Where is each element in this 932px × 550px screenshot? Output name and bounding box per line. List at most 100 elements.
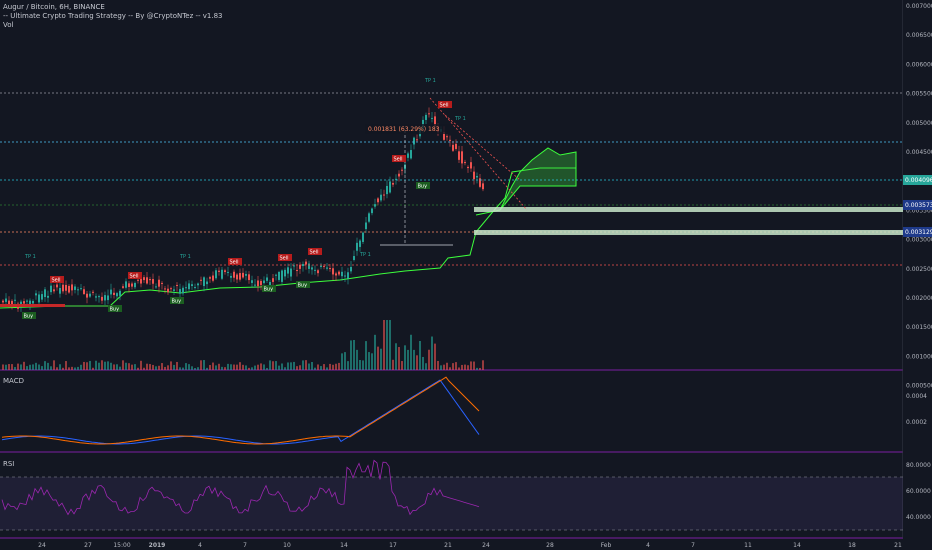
volume-bar <box>386 320 388 370</box>
volume-bar <box>206 367 208 370</box>
volume-bar <box>473 361 475 370</box>
volume-bar <box>8 364 10 370</box>
volume-bar <box>41 366 43 370</box>
candle-body <box>101 296 103 301</box>
candle-body <box>278 271 280 280</box>
volume-bar <box>179 367 181 370</box>
candle-body <box>365 222 367 230</box>
resistance-band <box>474 230 903 235</box>
price-badge-label: 0.003129 <box>905 229 932 236</box>
volume-bar <box>17 363 19 370</box>
volume-bar <box>50 366 52 370</box>
volume-bar <box>212 362 214 370</box>
tp-signal-label: TP 1 <box>359 252 371 258</box>
macd-line <box>1 379 480 445</box>
candle-body <box>293 265 295 267</box>
volume-bar <box>347 361 349 370</box>
volume-bar <box>470 361 472 370</box>
candle-body <box>35 293 37 296</box>
volume-bar <box>278 365 280 370</box>
chart-legend: Augur / Bitcoin, 6H, BINANCE -- Ultimate… <box>3 3 223 30</box>
candle-body <box>458 151 460 160</box>
candle-body <box>80 288 82 290</box>
candle-body <box>50 285 52 293</box>
volume-bar <box>23 361 25 370</box>
candle-body <box>242 272 244 278</box>
volume-bar <box>320 366 322 370</box>
volume-bar <box>176 361 178 370</box>
candle-body <box>143 277 145 281</box>
volume-bar <box>434 343 436 370</box>
volume-bar <box>47 362 49 370</box>
candle-body <box>179 289 181 294</box>
volume-bar <box>314 367 316 370</box>
volume-bar <box>467 365 469 370</box>
candle-body <box>371 208 373 214</box>
volume-bar <box>431 336 433 370</box>
volume-bar <box>446 362 448 370</box>
volume-bar <box>263 364 265 370</box>
volume-bar <box>293 361 295 370</box>
volume-bar <box>437 360 439 370</box>
volume-bar <box>11 364 13 370</box>
candle-body <box>266 277 268 281</box>
candle-body <box>305 261 307 265</box>
time-tick-label: 7 <box>243 542 247 549</box>
candle-body <box>155 286 157 288</box>
candle-body <box>131 283 133 287</box>
candle-body <box>167 288 169 293</box>
volume-bar <box>158 365 160 370</box>
candle-body <box>68 285 70 293</box>
volume-bar <box>164 366 166 370</box>
sell-signal-label: Sell <box>52 278 61 284</box>
candle-body <box>455 143 457 149</box>
candle-body <box>296 269 298 271</box>
macd-pane-label: MACD <box>3 377 24 385</box>
candle-body <box>302 264 304 267</box>
volume-bar <box>191 366 193 370</box>
volume-bar <box>401 361 403 370</box>
volume-bar <box>275 361 277 370</box>
candle-body <box>149 279 151 281</box>
candle-body <box>128 283 130 287</box>
macd-tick-label: 0.0002 <box>906 419 927 426</box>
candle-body <box>215 270 217 279</box>
candle-body <box>185 287 187 289</box>
candle-body <box>119 290 121 296</box>
volume-bar <box>398 347 400 370</box>
cloud-lower-line <box>0 167 576 309</box>
price-tick-label: 0.006500 <box>906 32 932 39</box>
volume-bar <box>353 340 355 370</box>
volume-bar <box>53 360 55 370</box>
volume-bar <box>152 364 154 370</box>
candle-body <box>176 284 178 286</box>
volume-bar <box>56 367 58 370</box>
candle-body <box>368 213 370 222</box>
candle-body <box>89 293 91 297</box>
volume-bar <box>266 367 268 370</box>
volume-bar <box>218 363 220 370</box>
candle-body <box>353 256 355 260</box>
candle-body <box>341 271 343 277</box>
volume-bar <box>455 362 457 370</box>
candle-body <box>164 288 166 290</box>
volume-bar <box>44 361 46 370</box>
candle-body <box>470 162 472 169</box>
price-tick-label: 0.007000 <box>906 3 932 10</box>
candle-body <box>158 279 160 287</box>
volume-bar <box>125 362 127 370</box>
trading-chart[interactable]: 0.001831 (63.29%) 183 BuyBuyBuyBuyBuyBuy… <box>0 0 932 550</box>
volume-bar <box>233 364 235 370</box>
ichimoku-cloud <box>0 147 577 309</box>
candle-body <box>233 271 235 278</box>
volume-bar <box>341 353 343 370</box>
volume-bar <box>68 367 70 370</box>
volume-bar <box>287 362 289 370</box>
candle-body <box>44 289 46 298</box>
volume-bar <box>83 361 85 370</box>
candle-body <box>53 289 55 292</box>
candle-body <box>230 275 232 278</box>
candle-body <box>338 271 340 275</box>
candle-body <box>359 240 361 247</box>
candle-body <box>461 151 463 164</box>
